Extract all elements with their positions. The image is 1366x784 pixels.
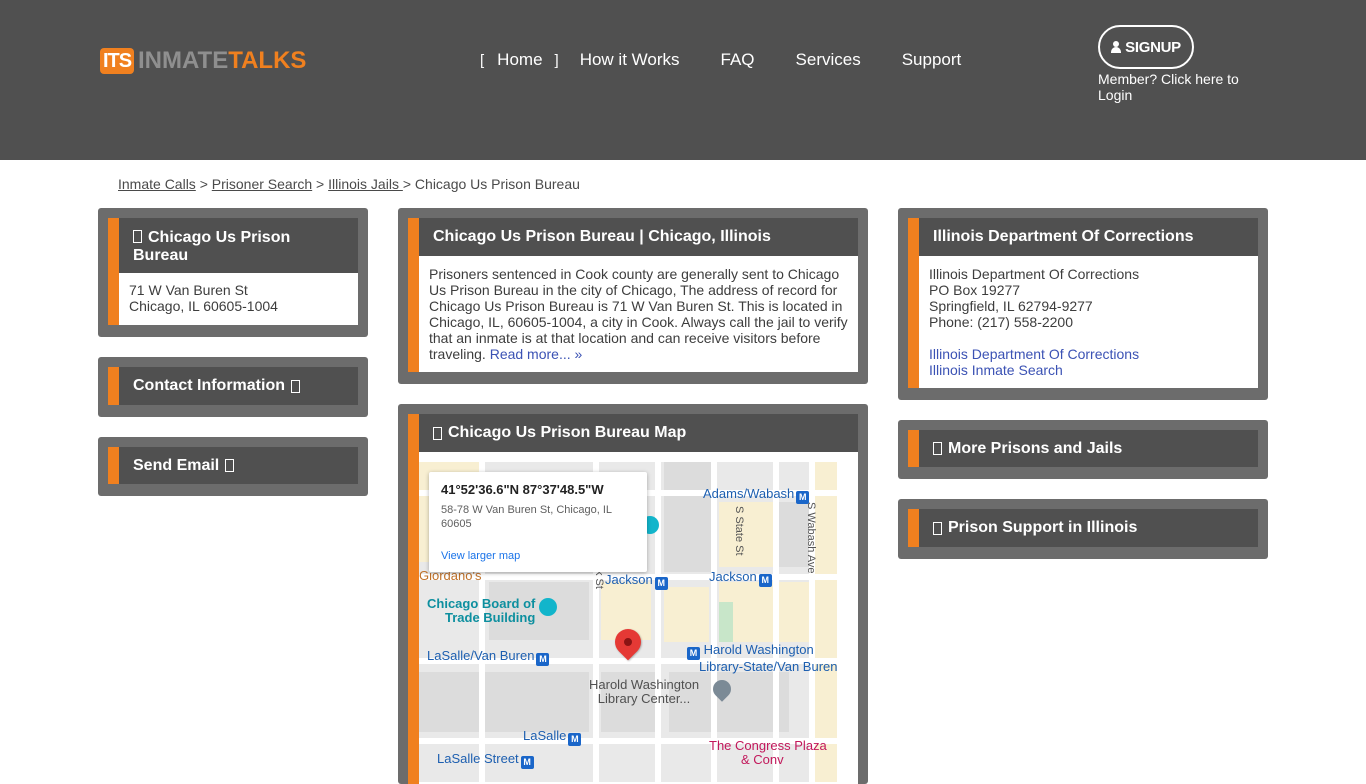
map-label-lasalle-van-buren: LaSalle/Van Buren M bbox=[427, 648, 550, 666]
list-icon bbox=[933, 442, 942, 455]
view-larger-map-link[interactable]: View larger map bbox=[441, 550, 520, 562]
facility-description: Prisoners sentenced in Cook county are g… bbox=[419, 256, 858, 370]
breadcrumb-illinois-jails[interactable]: Illinois Jails bbox=[328, 176, 403, 192]
logo-text: INMATETALKS bbox=[138, 47, 307, 74]
more-prisons-header[interactable]: More Prisons and Jails bbox=[919, 430, 1258, 467]
map-label-state-st: S State St bbox=[733, 506, 745, 556]
address-line-1: 71 W Van Buren St bbox=[129, 282, 248, 298]
more-prisons-panel: More Prisons and Jails bbox=[898, 420, 1268, 479]
doc-card-header: Illinois Department Of Corrections bbox=[919, 218, 1258, 256]
address-line-2: Chicago, IL 60605-1004 bbox=[129, 298, 278, 314]
send-email-title: Send Email bbox=[133, 456, 220, 474]
inmate-search-link[interactable]: Illinois Inmate Search bbox=[929, 362, 1063, 378]
map-label-jackson-1: Jackson M bbox=[605, 572, 668, 590]
doc-phone: Phone: (217) 558-2200 bbox=[929, 314, 1073, 330]
more-prisons-card[interactable]: More Prisons and Jails bbox=[908, 430, 1258, 467]
envelope-icon bbox=[225, 459, 235, 472]
map-title: Chicago Us Prison Bureau Map bbox=[448, 424, 687, 441]
contact-card-header[interactable]: Contact Information bbox=[119, 367, 358, 405]
nav-bracket-left: [ bbox=[480, 51, 485, 69]
map-panel: Chicago Us Prison Bureau Map Adams/Wabas… bbox=[398, 404, 868, 784]
doc-website-link[interactable]: Illinois Department Of Corrections bbox=[929, 346, 1139, 362]
breadcrumb-current: Chicago Us Prison Bureau bbox=[414, 176, 580, 192]
member-login-link[interactable]: Member? Click here to Login bbox=[1098, 71, 1268, 103]
facility-panel: Chicago Us Prison Bureau 71 W Van Buren … bbox=[98, 208, 368, 337]
send-email-card[interactable]: Send Email bbox=[108, 447, 358, 484]
map-info-box: 41°52'36.6"N 87°37'48.5"W 58-78 W Van Bu… bbox=[429, 472, 647, 572]
facility-info-title: Chicago Us Prison Bureau | Chicago, Illi… bbox=[433, 228, 771, 245]
doc-panel: Illinois Department Of Corrections Illin… bbox=[898, 208, 1268, 400]
map-marker-icon bbox=[433, 426, 442, 440]
nav-home[interactable]: Home bbox=[497, 50, 542, 70]
doc-details: Illinois Department Of Corrections PO Bo… bbox=[919, 256, 1258, 386]
doc-city: Springfield, IL 62794-9277 bbox=[929, 298, 1093, 314]
map-coordinates: 41°52'36.6"N 87°37'48.5"W bbox=[441, 482, 604, 497]
map-label-harold-washington-station: M Harold Washington Library-State/Van Bur… bbox=[685, 643, 837, 674]
main-nav: [ Home ] How it Works FAQ Services Suppo… bbox=[480, 48, 961, 72]
map-label-adams-wabash: Adams/Wabash M bbox=[703, 486, 810, 504]
contact-panel: Contact Information bbox=[98, 357, 368, 417]
user-icon bbox=[1111, 41, 1122, 53]
doc-card: Illinois Department Of Corrections Illin… bbox=[908, 218, 1258, 388]
breadcrumb-inmate-calls[interactable]: Inmate Calls bbox=[118, 176, 196, 192]
map-label-k-st: k St bbox=[593, 570, 605, 589]
prison-support-header[interactable]: Prison Support in Illinois bbox=[919, 509, 1258, 547]
map-address: 58-78 W Van Buren St, Chicago, IL 60605 bbox=[441, 504, 612, 530]
facility-address: 71 W Van Buren St Chicago, IL 60605-1004 bbox=[119, 273, 358, 322]
send-email-header[interactable]: Send Email bbox=[119, 447, 358, 484]
site-header: ITS INMATETALKS [ Home ] How it Works FA… bbox=[0, 0, 1366, 160]
facility-info-card: Chicago Us Prison Bureau | Chicago, Illi… bbox=[408, 218, 858, 372]
nav-faq[interactable]: FAQ bbox=[721, 50, 755, 70]
map-label-congress-plaza: The Congress Plaza & Conv bbox=[709, 738, 827, 767]
embedded-map[interactable]: Adams/Wabash M S State St S Wabash Ave Gi… bbox=[419, 462, 837, 782]
doc-name: Illinois Department Of Corrections bbox=[929, 266, 1140, 282]
map-card-header: Chicago Us Prison Bureau Map bbox=[419, 414, 858, 452]
nav-how-it-works[interactable]: How it Works bbox=[580, 50, 680, 70]
prison-support-card[interactable]: Prison Support in Illinois bbox=[908, 509, 1258, 547]
doc-title: Illinois Department Of Corrections bbox=[933, 228, 1194, 245]
prison-support-title: Prison Support in Illinois bbox=[948, 519, 1138, 536]
map-label-lasalle-street: LaSalle Street M bbox=[437, 751, 534, 769]
map-label-wabash-ave: S Wabash Ave bbox=[805, 502, 817, 574]
nav-services[interactable]: Services bbox=[796, 50, 861, 70]
contact-title: Contact Information bbox=[133, 377, 285, 394]
support-icon bbox=[933, 521, 942, 535]
prison-support-panel: Prison Support in Illinois bbox=[898, 499, 1268, 559]
doc-po-box: PO Box 19277 bbox=[929, 282, 1021, 298]
logo-badge: ITS bbox=[100, 48, 134, 74]
contact-card[interactable]: Contact Information bbox=[108, 367, 358, 405]
map-label-board-of-trade: Chicago Board of Trade Building bbox=[427, 596, 536, 625]
facility-card-header: Chicago Us Prison Bureau bbox=[119, 218, 358, 273]
camera-poi-icon bbox=[539, 598, 557, 616]
map-card: Chicago Us Prison Bureau Map Adams/Wabas… bbox=[408, 414, 858, 784]
breadcrumb-prisoner-search[interactable]: Prisoner Search bbox=[212, 176, 312, 192]
map-label-lasalle: LaSalle M bbox=[523, 728, 582, 746]
facility-info-header: Chicago Us Prison Bureau | Chicago, Illi… bbox=[419, 218, 858, 256]
nav-bracket-right: ] bbox=[554, 51, 559, 69]
building-icon bbox=[133, 229, 142, 243]
read-more-link[interactable]: Read more... » bbox=[490, 346, 583, 362]
signup-label: SIGNUP bbox=[1125, 38, 1181, 56]
map-label-harold-washington-library: Harold Washington Library Center... bbox=[589, 677, 700, 706]
facility-card: Chicago Us Prison Bureau 71 W Van Buren … bbox=[108, 218, 358, 325]
more-prisons-title: More Prisons and Jails bbox=[948, 439, 1123, 457]
breadcrumb: Inmate Calls > Prisoner Search > Illinoi… bbox=[118, 176, 580, 192]
send-email-panel: Send Email bbox=[98, 437, 368, 496]
site-logo[interactable]: ITS INMATETALKS bbox=[100, 47, 307, 74]
facility-info-panel: Chicago Us Prison Bureau | Chicago, Illi… bbox=[398, 208, 868, 384]
map-label-jackson-2: Jackson M bbox=[709, 569, 772, 587]
facility-title: Chicago Us Prison Bureau bbox=[133, 228, 291, 264]
nav-support[interactable]: Support bbox=[902, 50, 962, 70]
signup-button[interactable]: SIGNUP bbox=[1098, 25, 1194, 69]
phone-icon bbox=[291, 379, 300, 393]
